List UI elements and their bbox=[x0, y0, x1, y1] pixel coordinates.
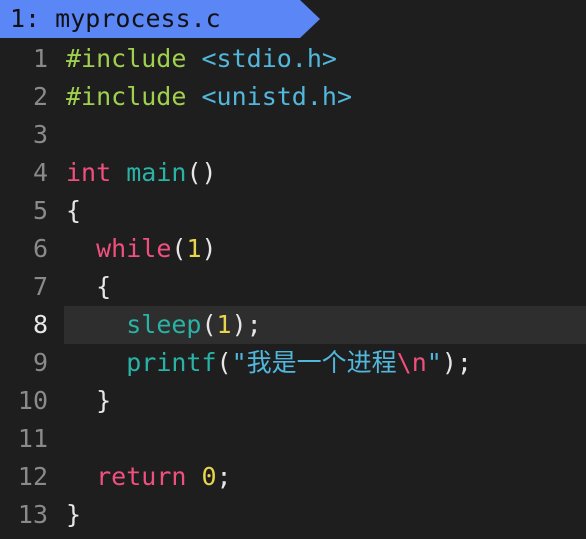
token-hdr: <unistd.h> bbox=[201, 82, 352, 111]
token-str: "我是一个进程 bbox=[231, 348, 397, 377]
line-number: 13 bbox=[17, 500, 48, 529]
token-kw: return bbox=[96, 462, 187, 491]
code-line[interactable]: 2 #include <unistd.h> bbox=[0, 78, 586, 116]
code-text: #include <stdio.h> bbox=[66, 40, 337, 78]
token-pn bbox=[66, 348, 126, 377]
code-line[interactable]: 11 bbox=[0, 420, 586, 458]
code-text: sleep(1); bbox=[66, 306, 262, 344]
token-fn: printf bbox=[126, 348, 217, 377]
code-line[interactable]: 7 { bbox=[0, 268, 586, 306]
code-text: int main() bbox=[66, 154, 217, 192]
code-text: { bbox=[66, 268, 111, 306]
token-pn bbox=[186, 44, 201, 73]
tab-filename: myprocess.c bbox=[55, 4, 221, 33]
code-line[interactable]: 4 int main() bbox=[0, 154, 586, 192]
code-text: } bbox=[66, 496, 81, 534]
code-line[interactable]: 1 #include <stdio.h> bbox=[0, 40, 586, 78]
line-number: 11 bbox=[17, 424, 48, 453]
code-editor[interactable]: 1 #include <stdio.h> 2 #include <unistd.h> 3… bbox=[0, 40, 586, 534]
token-pn: ) bbox=[201, 234, 217, 263]
token-num: 0 bbox=[201, 462, 217, 491]
token-fn: main bbox=[126, 158, 187, 187]
token-num: 1 bbox=[216, 310, 232, 339]
code-line[interactable]: 9 printf("我是一个进程\n"); bbox=[0, 344, 586, 382]
buffer-tab[interactable]: 1: myprocess.c bbox=[0, 0, 300, 38]
code-line[interactable]: 13} bbox=[0, 496, 586, 534]
token-pn: ); bbox=[441, 348, 472, 377]
token-pn: () bbox=[186, 158, 217, 187]
tab-number: 1: bbox=[10, 4, 41, 33]
token-pp: #include bbox=[66, 82, 187, 111]
token-pn bbox=[186, 462, 201, 491]
code-line-current[interactable]: 8 sleep(1); bbox=[0, 306, 586, 344]
code-line[interactable]: 3 bbox=[0, 116, 586, 154]
token-pn bbox=[66, 310, 126, 339]
token-pn bbox=[111, 158, 126, 187]
token-pn: ; bbox=[216, 462, 232, 491]
token-hdr: <stdio.h> bbox=[201, 44, 337, 73]
token-pn: ( bbox=[201, 310, 217, 339]
token-pn: } bbox=[66, 500, 82, 529]
line-number: 4 bbox=[32, 158, 48, 187]
token-pn: ( bbox=[171, 234, 187, 263]
code-text: } bbox=[66, 382, 111, 420]
line-number: 1 bbox=[32, 44, 48, 73]
token-fn: sleep bbox=[126, 310, 202, 339]
code-text: while(1) bbox=[66, 230, 217, 268]
token-kw: int bbox=[66, 158, 112, 187]
code-text: #include <unistd.h> bbox=[66, 78, 352, 116]
code-line[interactable]: 10 } bbox=[0, 382, 586, 420]
line-number: 12 bbox=[17, 462, 48, 491]
line-number: 3 bbox=[32, 120, 48, 149]
code-line[interactable]: 5{ bbox=[0, 192, 586, 230]
token-pn: { bbox=[66, 272, 112, 301]
line-number: 5 bbox=[32, 196, 48, 225]
token-pn: } bbox=[66, 386, 112, 415]
token-pn bbox=[66, 234, 96, 263]
line-number: 2 bbox=[32, 82, 48, 111]
tabline: 1: myprocess.c bbox=[0, 0, 586, 38]
line-number: 6 bbox=[32, 234, 48, 263]
token-kw: while bbox=[96, 234, 172, 263]
token-pp: #include bbox=[66, 44, 187, 73]
code-line[interactable]: 6 while(1) bbox=[0, 230, 586, 268]
code-text: printf("我是一个进程\n"); bbox=[66, 344, 472, 382]
code-text: { bbox=[66, 192, 81, 230]
token-pn bbox=[66, 462, 96, 491]
token-esc: \n bbox=[396, 348, 427, 377]
token-pn: ); bbox=[231, 310, 262, 339]
line-number: 7 bbox=[32, 272, 48, 301]
token-num: 1 bbox=[186, 234, 202, 263]
line-number: 10 bbox=[17, 386, 48, 415]
token-pn bbox=[186, 82, 201, 111]
token-str: " bbox=[426, 348, 442, 377]
code-text: return 0; bbox=[66, 458, 232, 496]
tab-arrow-separator bbox=[300, 0, 320, 38]
token-pn: { bbox=[66, 196, 82, 225]
line-number: 9 bbox=[32, 348, 48, 377]
code-line[interactable]: 12 return 0; bbox=[0, 458, 586, 496]
token-pn: ( bbox=[216, 348, 232, 377]
line-number: 8 bbox=[32, 310, 48, 339]
